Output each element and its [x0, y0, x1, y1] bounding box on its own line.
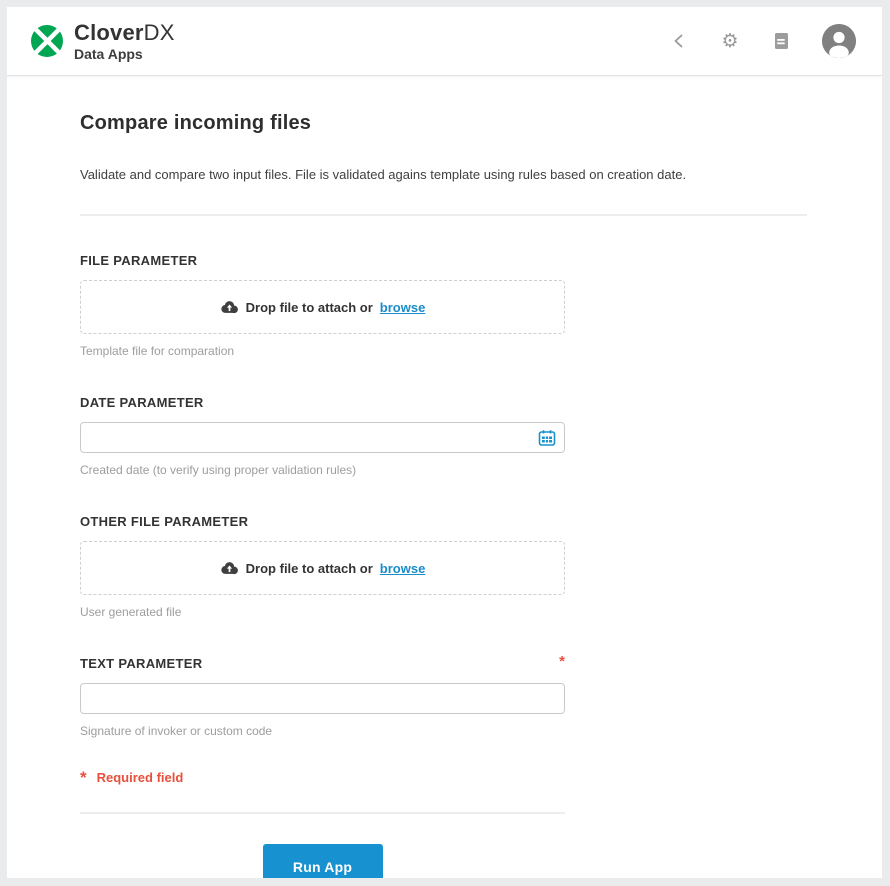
- date-input-wrapper: [80, 422, 565, 453]
- required-asterisk: *: [80, 771, 87, 785]
- header-actions: ⚙: [669, 24, 856, 58]
- cloverdx-logo: CloverDX Data Apps: [29, 21, 175, 62]
- gear-icon[interactable]: ⚙: [720, 31, 740, 51]
- run-app-button[interactable]: Run App: [263, 844, 383, 878]
- form-divider: [80, 812, 565, 814]
- browse-link[interactable]: browse: [380, 561, 426, 576]
- calendar-icon[interactable]: [537, 428, 557, 448]
- date-parameter-helper: Created date (to verify using proper val…: [80, 463, 565, 477]
- dropzone-text: Drop file to attach or: [246, 561, 373, 576]
- other-file-parameter-label-row: OTHER FILE PARAMETER: [80, 514, 565, 529]
- header-divider: [80, 214, 807, 216]
- app-window: CloverDX Data Apps ⚙: [7, 7, 882, 878]
- dropzone-text: Drop file to attach or: [246, 300, 373, 315]
- file-parameter-label-row: FILE PARAMETER: [80, 253, 565, 268]
- text-parameter-label-row: TEXT PARAMETER *: [80, 656, 565, 671]
- text-parameter-label: TEXT PARAMETER: [80, 656, 202, 671]
- journal-icon[interactable]: [771, 31, 791, 51]
- clover-icon: [29, 23, 65, 59]
- required-note-label: Required field: [97, 770, 184, 785]
- date-parameter-input[interactable]: [80, 422, 565, 453]
- logo-text: CloverDX Data Apps: [74, 21, 175, 62]
- text-parameter-input[interactable]: [80, 683, 565, 714]
- user-avatar[interactable]: [822, 24, 856, 58]
- browse-link[interactable]: browse: [380, 300, 426, 315]
- main-content: Compare incoming files Validate and comp…: [7, 76, 882, 878]
- run-button-row: Run App: [80, 844, 565, 878]
- other-file-parameter-label: OTHER FILE PARAMETER: [80, 514, 248, 529]
- file-parameter-helper: Template file for comparation: [80, 344, 565, 358]
- brand-subtitle: Data Apps: [74, 47, 175, 62]
- page-title: Compare incoming files: [80, 112, 882, 135]
- required-asterisk: *: [559, 656, 565, 668]
- date-parameter-label-row: DATE PARAMETER: [80, 395, 565, 410]
- text-parameter-helper: Signature of invoker or custom code: [80, 724, 565, 738]
- other-file-parameter-helper: User generated file: [80, 605, 565, 619]
- page-description: Validate and compare two input files. Fi…: [80, 167, 882, 182]
- required-field-note: * Required field: [80, 770, 565, 785]
- other-file-parameter-dropzone[interactable]: Drop file to attach or browse: [80, 541, 565, 595]
- back-chevron-icon[interactable]: [669, 31, 689, 51]
- cloud-upload-icon: [220, 561, 239, 575]
- file-parameter-label: FILE PARAMETER: [80, 253, 197, 268]
- cloud-upload-icon: [220, 300, 239, 314]
- app-header: CloverDX Data Apps ⚙: [7, 7, 882, 76]
- date-parameter-label: DATE PARAMETER: [80, 395, 204, 410]
- brand-name: CloverDX: [74, 21, 175, 44]
- file-parameter-dropzone[interactable]: Drop file to attach or browse: [80, 280, 565, 334]
- app-form: FILE PARAMETER Drop file to attach or br…: [80, 253, 565, 878]
